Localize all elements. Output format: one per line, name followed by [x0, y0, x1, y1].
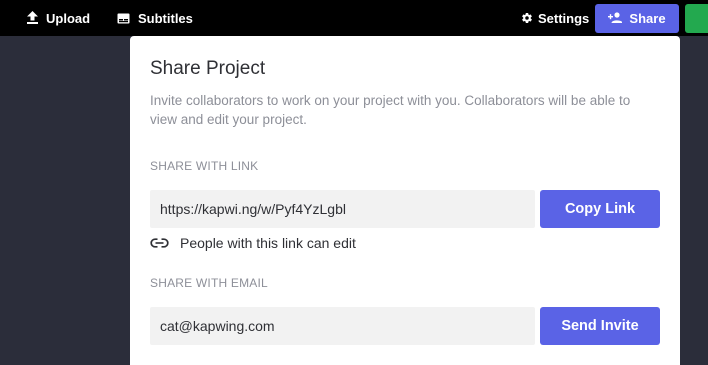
top-toolbar: Upload Subtitles Settings Share: [0, 0, 708, 36]
upload-button[interactable]: Upload: [26, 0, 90, 36]
add-person-icon: [608, 11, 623, 26]
share-button[interactable]: Share: [595, 4, 679, 33]
modal-description: Invite collaborators to work on your pro…: [150, 93, 631, 127]
upload-icon: [26, 11, 39, 25]
share-project-modal: Share Project Invite collaborators to wo…: [130, 36, 680, 365]
settings-label: Settings: [538, 10, 590, 26]
subtitles-icon: [117, 13, 130, 24]
copy-link-button[interactable]: Copy Link: [540, 190, 660, 228]
send-invite-button[interactable]: Send Invite: [540, 307, 660, 345]
link-permission-note: People with this link can edit: [150, 235, 356, 251]
share-with-email-label: SHARE WITH EMAIL: [150, 276, 268, 290]
settings-button[interactable]: Settings: [521, 0, 589, 36]
modal-title: Share Project: [150, 58, 266, 79]
email-field[interactable]: [150, 307, 535, 345]
link-icon: [150, 235, 169, 251]
share-label: Share: [629, 11, 666, 26]
upload-label: Upload: [46, 10, 91, 26]
link-note-text: People with this link can edit: [180, 235, 356, 251]
share-link-field[interactable]: [150, 190, 535, 228]
subtitles-button[interactable]: Subtitles: [117, 0, 193, 36]
share-with-link-label: SHARE WITH LINK: [150, 159, 259, 173]
export-button[interactable]: [685, 4, 708, 33]
gear-icon: [521, 12, 533, 24]
subtitles-label: Subtitles: [138, 10, 193, 26]
